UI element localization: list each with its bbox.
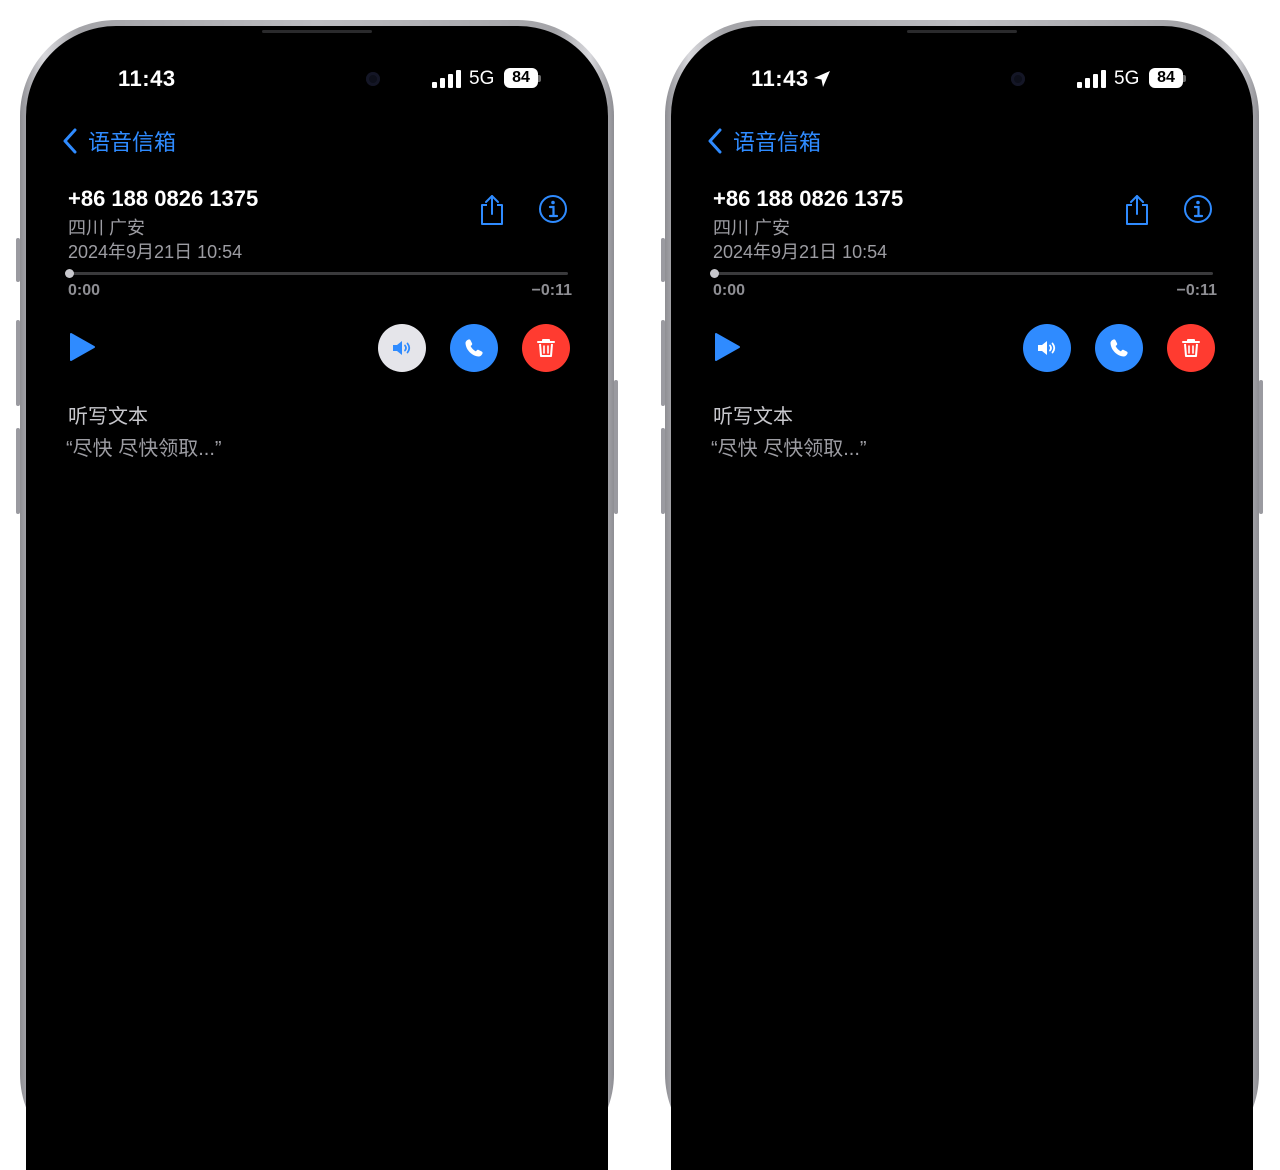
playback-scrubber[interactable] xyxy=(710,269,719,278)
elapsed-time: 0:00 xyxy=(713,282,746,299)
call-back-button[interactable] xyxy=(450,324,498,372)
back-label: 语音信箱 xyxy=(88,130,177,155)
caller-number: +86 188 0826 1375 xyxy=(713,186,904,211)
share-icon[interactable] xyxy=(478,194,506,226)
camera-indicator xyxy=(366,72,380,86)
trash-icon xyxy=(1182,339,1200,357)
battery-level: 84 xyxy=(1149,68,1183,88)
phone-left: 11:43 5G 84 语音信箱 +86 188 0826 1375 四川 广安… xyxy=(16,20,618,1170)
playback-scrubber[interactable] xyxy=(65,269,74,278)
speaker-icon xyxy=(393,341,411,355)
transcript-title: 听写文本 xyxy=(713,406,793,428)
battery-level: 84 xyxy=(504,68,538,88)
remaining-time: −0:11 xyxy=(531,282,572,299)
phone-right: 11:43 5G 84 语音信箱 +86 188 0826 1375 四川 广安… xyxy=(661,20,1263,1170)
camera-indicator xyxy=(1011,72,1025,86)
play-icon[interactable] xyxy=(713,332,741,362)
location-arrow-icon xyxy=(814,71,830,87)
info-icon[interactable] xyxy=(538,194,568,224)
speaker-grille xyxy=(907,30,1017,33)
battery-tip xyxy=(538,75,541,82)
chevron-left-icon xyxy=(708,128,722,154)
network-type: 5G xyxy=(469,68,495,89)
power-button xyxy=(1259,380,1263,514)
chevron-left-icon xyxy=(63,128,77,154)
volume-up-button xyxy=(16,320,20,406)
delete-button[interactable] xyxy=(1167,324,1215,372)
call-back-button[interactable] xyxy=(1095,324,1143,372)
play-icon[interactable] xyxy=(68,332,96,362)
share-icon[interactable] xyxy=(1123,194,1151,226)
transcript-text: “尽快 尽快领取...” xyxy=(66,438,222,460)
phone-icon xyxy=(1110,339,1128,357)
back-button[interactable]: 语音信箱 xyxy=(707,126,821,156)
battery-tip xyxy=(1183,75,1186,82)
speaker-button[interactable] xyxy=(1023,324,1071,372)
volume-up-button xyxy=(661,320,665,406)
transcript-title: 听写文本 xyxy=(68,406,148,428)
volume-down-button xyxy=(661,428,665,514)
trash-icon xyxy=(537,339,555,357)
screen: 11:43 5G 84 语音信箱 +86 188 0826 1375 四川 广安… xyxy=(671,26,1253,1170)
back-button[interactable]: 语音信箱 xyxy=(62,126,176,156)
elapsed-time: 0:00 xyxy=(68,282,101,299)
mute-switch xyxy=(661,238,665,282)
speaker-grille xyxy=(262,30,372,33)
speaker-icon xyxy=(1038,341,1056,355)
status-time: 11:43 xyxy=(118,66,176,91)
mute-switch xyxy=(16,238,20,282)
remaining-time: −0:11 xyxy=(1176,282,1217,299)
info-icon[interactable] xyxy=(1183,194,1213,224)
caller-location: 四川 广安 xyxy=(68,218,146,238)
delete-button[interactable] xyxy=(522,324,570,372)
playback-track[interactable] xyxy=(68,272,568,275)
cellular-signal-icon xyxy=(432,70,461,88)
status-time: 11:43 xyxy=(751,66,809,91)
transcript-text: “尽快 尽快领取...” xyxy=(711,438,867,460)
speaker-button[interactable] xyxy=(378,324,426,372)
phone-icon xyxy=(465,339,483,357)
caller-location: 四川 广安 xyxy=(713,218,791,238)
back-label: 语音信箱 xyxy=(733,130,822,155)
cellular-signal-icon xyxy=(1077,70,1106,88)
caller-number: +86 188 0826 1375 xyxy=(68,186,259,211)
screen: 11:43 5G 84 语音信箱 +86 188 0826 1375 四川 广安… xyxy=(26,26,608,1170)
network-type: 5G xyxy=(1114,68,1140,89)
playback-track[interactable] xyxy=(713,272,1213,275)
voicemail-datetime: 2024年9月21日 10:54 xyxy=(713,242,888,262)
volume-down-button xyxy=(16,428,20,514)
voicemail-datetime: 2024年9月21日 10:54 xyxy=(68,242,243,262)
power-button xyxy=(614,380,618,514)
